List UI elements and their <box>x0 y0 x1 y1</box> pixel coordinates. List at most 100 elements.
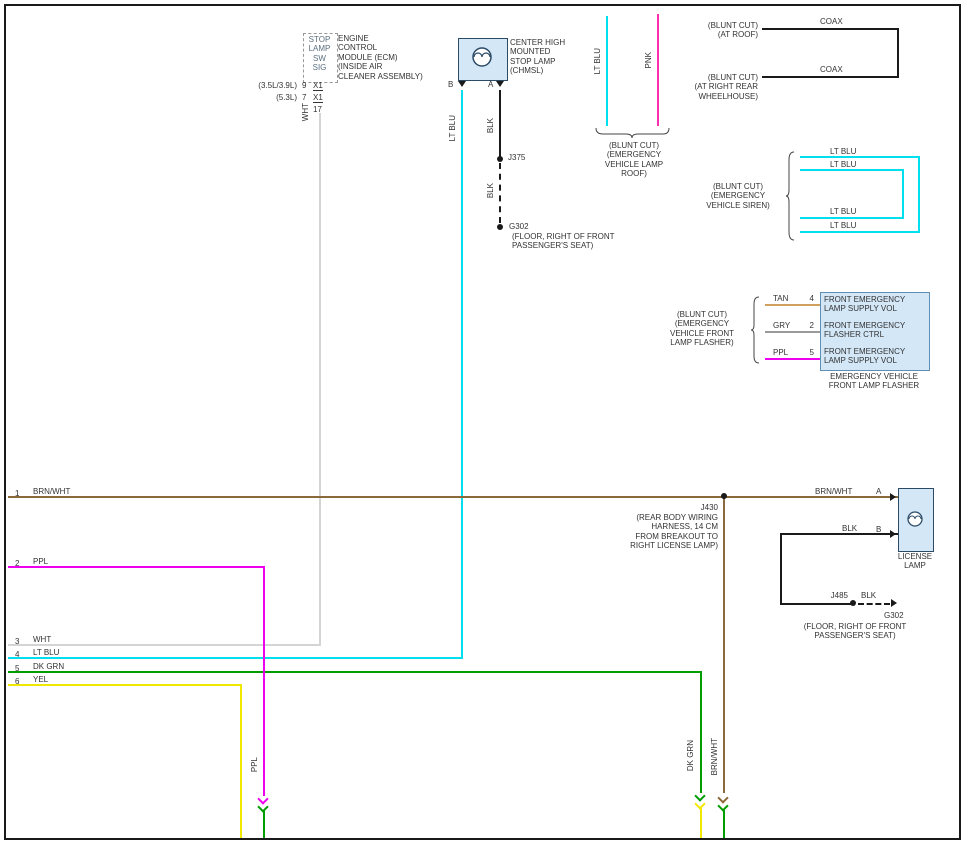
wire-blk-upper <box>499 90 501 159</box>
junction-j430-label: J430 <box>600 503 718 512</box>
ecm-pin-1: 9 <box>302 81 306 90</box>
flasher-pin-2: 2 <box>802 321 814 330</box>
chmsl-terminal-a: A <box>488 80 493 89</box>
wire-label-lt-blu: LT BLU <box>830 221 856 230</box>
wire-dk-grn-horizontal <box>8 671 702 673</box>
wire-label-dk-grn-bottom: DK GRN <box>686 740 695 771</box>
wire-continuation-yel <box>700 808 702 838</box>
ground-g302-label: G302 <box>509 222 529 231</box>
chmsl-title: CENTER HIGH MOUNTED STOP LAMP (CHMSL) <box>510 38 565 76</box>
flasher-caption: EMERGENCY VEHICLE FRONT LAMP FLASHER <box>818 372 930 391</box>
wire-label-blk: BLK <box>486 118 495 133</box>
wire-label-gry: GRY <box>773 321 790 330</box>
terminal-arrow-icon <box>458 81 466 87</box>
wire-label-brn-wht-right: BRN/WHT <box>815 487 852 496</box>
wire-blk-dashed <box>499 163 501 223</box>
ecm-connector-id-1: X1 <box>313 81 323 91</box>
coax-wire-top <box>762 28 899 30</box>
wire-brn-wht-vertical <box>723 496 725 793</box>
diagram-border <box>4 4 961 840</box>
ground-g302-label: G302 <box>884 611 904 620</box>
wire-yel-horizontal <box>8 684 242 686</box>
brace-left-icon <box>785 150 795 242</box>
ecm-connector-id-2: X1 <box>313 93 323 103</box>
coax-wire-bottom <box>762 76 899 78</box>
coax-label-bottom: COAX <box>820 65 843 74</box>
wire-continuation-grn <box>263 811 265 838</box>
wire-label-ppl-bottom: PPL <box>250 757 259 772</box>
wire-blk-license-vertical <box>780 533 782 605</box>
wire-ppl-horizontal <box>8 566 265 568</box>
ecm-connector-label: STOP LAMP SW SIG <box>303 35 336 73</box>
flasher-blunt-cut-note: (BLUNT CUT) (EMERGENCY VEHICLE FRONT LAM… <box>656 310 748 348</box>
terminal-arrow-icon <box>890 493 896 501</box>
wire-ppl-flasher <box>765 358 820 360</box>
flasher-row-2: FRONT EMERGENCY FLASHER CTRL <box>824 321 924 340</box>
ground-g302-note: (FLOOR, RIGHT OF FRONT PASSENGER'S SEAT) <box>795 622 915 641</box>
wire-ppl-vertical <box>263 566 265 796</box>
flasher-pin-4: 4 <box>802 294 814 303</box>
junction-j430-dot <box>721 493 727 499</box>
coax-wire-right <box>897 28 899 78</box>
flasher-pin-5: 5 <box>802 348 814 357</box>
wire-label-brn-wht-bottom: BRN/WHT <box>710 738 719 775</box>
wire-tan <box>765 304 820 306</box>
wire-dk-grn-vertical <box>700 671 702 793</box>
wire-label-lt-blu: LT BLU <box>593 48 602 74</box>
flasher-row-3: FRONT EMERGENCY LAMP SUPPLY VOL <box>824 347 924 366</box>
wire-lt-blu-chmsl <box>461 90 463 658</box>
wire-pnk-roof <box>657 14 659 126</box>
brace-down-icon <box>594 127 672 139</box>
ecm-title: ENGINE CONTROL MODULE (ECM) (INSIDE AIR … <box>338 34 423 81</box>
wire-blk-license-bottom <box>780 603 853 605</box>
license-terminal-a: A <box>876 487 881 496</box>
chmsl-terminal-b: B <box>448 80 453 89</box>
wire-blk-dashed-ground <box>858 603 890 605</box>
ground-g302-dot <box>497 224 503 230</box>
ecm-pin-2: 7 <box>302 93 306 102</box>
flasher-row-1: FRONT EMERGENCY LAMP SUPPLY VOL <box>824 295 924 314</box>
wire-wht-horizontal <box>8 644 321 646</box>
wire-lt-blu-horizontal <box>8 657 463 659</box>
wire-label-lt-blu: LT BLU <box>830 207 856 216</box>
junction-j430-note: (REAR BODY WIRING HARNESS, 14 CM FROM BR… <box>600 513 718 551</box>
junction-j485-label: J485 <box>822 591 848 600</box>
ecm-engine-1: (3.5L/3.9L) <box>237 81 297 90</box>
coax-note-roof: (BLUNT CUT) (AT ROOF) <box>660 21 758 40</box>
siren-wire-right-inner <box>902 169 904 219</box>
siren-blunt-cut-note: (BLUNT CUT) (EMERGENCY VEHICLE SIREN) <box>692 182 784 210</box>
wire-continuation-grn <box>723 810 725 838</box>
ecm-engine-2: (5.3L) <box>237 93 297 102</box>
wire-brn-wht-horizontal <box>8 496 898 498</box>
siren-wire-right-outer <box>918 156 920 233</box>
bulb-icon <box>471 46 493 68</box>
coax-label-top: COAX <box>820 17 843 26</box>
wire-blk-license <box>780 533 898 535</box>
siren-wire-3 <box>800 217 904 219</box>
wire-label-lt-blu: LT BLU <box>830 147 856 156</box>
roof-blunt-cut-note: (BLUNT CUT) (EMERGENCY VEHICLE LAMP ROOF… <box>583 141 685 179</box>
brace-left-icon <box>750 295 760 365</box>
siren-wire-4 <box>800 231 920 233</box>
siren-wire-1 <box>800 156 920 158</box>
ecm-wire-color-label: WHT <box>301 103 310 121</box>
junction-j375-dot <box>497 156 503 162</box>
ground-g302-note: (FLOOR, RIGHT OF FRONT PASSENGER'S SEAT) <box>512 232 615 251</box>
junction-j375-label: J375 <box>508 153 525 162</box>
wire-label-blk: BLK <box>861 591 876 600</box>
wiring-diagram: STOP LAMP SW SIG ENGINE CONTROL MODULE (… <box>0 0 965 844</box>
wire-lt-blu-roof <box>606 16 608 126</box>
terminal-arrow-icon <box>496 81 504 87</box>
ground-arrow-icon <box>891 599 897 607</box>
wire-label-lt-blu: LT BLU <box>830 160 856 169</box>
wire-label-lt-blu: LT BLU <box>448 115 457 141</box>
license-lamp-label: LICENSE LAMP <box>896 552 934 571</box>
wire-label-blk: BLK <box>486 183 495 198</box>
bulb-icon <box>906 510 924 528</box>
wire-label-pnk: PNK <box>644 52 653 68</box>
wire-wht-vertical <box>319 113 321 645</box>
wire-label-ppl: PPL <box>773 348 788 357</box>
coax-note-wheelhouse: (BLUNT CUT) (AT RIGHT REAR WHEELHOUSE) <box>660 73 758 101</box>
wire-label-tan: TAN <box>773 294 788 303</box>
wire-gry <box>765 331 820 333</box>
